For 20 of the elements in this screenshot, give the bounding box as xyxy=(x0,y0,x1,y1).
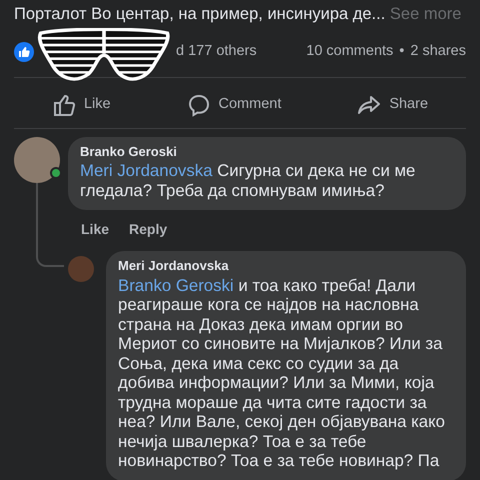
share-button[interactable]: Share xyxy=(347,92,438,117)
comment-button[interactable]: Comment xyxy=(176,92,292,117)
separator-dot: • xyxy=(399,42,404,61)
mention-link[interactable]: Branko Geroski xyxy=(118,276,234,295)
comments-count[interactable]: 10 comments xyxy=(306,40,394,63)
comment-author[interactable]: Branko Geroski xyxy=(80,142,454,162)
shares-count[interactable]: 2 shares xyxy=(410,40,466,63)
post-text: Порталот Во центар, на пример, инсинуира де... See more xyxy=(13,4,462,25)
like-icon xyxy=(52,92,76,117)
like-link[interactable]: Like xyxy=(81,220,110,238)
like-reaction-icon xyxy=(14,42,34,62)
reactions-count[interactable]: d 177 others xyxy=(176,40,257,63)
comment-text: Meri Jordanovska Сигурна си дека не си ме гледала? Треба да спомнувам имиња? xyxy=(80,161,416,200)
comment-author[interactable]: Meri Jordanovska xyxy=(118,256,454,276)
mention-link[interactable]: Meri Jordanovska xyxy=(80,161,212,180)
speech-bubble-icon xyxy=(186,92,211,117)
avatar[interactable] xyxy=(14,136,60,183)
like-button[interactable]: Like xyxy=(42,92,121,117)
reply-link[interactable]: Reply xyxy=(129,220,168,238)
comment-text: Branko Geroski и тоа како треба! Дали реагираше кога се најдов на насловна страна на Доказ дека имам оргии во Мериот со синовите на Мијалков? Или за Соња, дека има секс со судии за да добива информации? Или за Мими, која трудна мораше да чита сите гадости за неа? Или Вале, секој ден објавувана како нечија швалерка? Тоа е за тебе новинарство? Тоа е за тебе новинар? Па xyxy=(118,276,446,471)
